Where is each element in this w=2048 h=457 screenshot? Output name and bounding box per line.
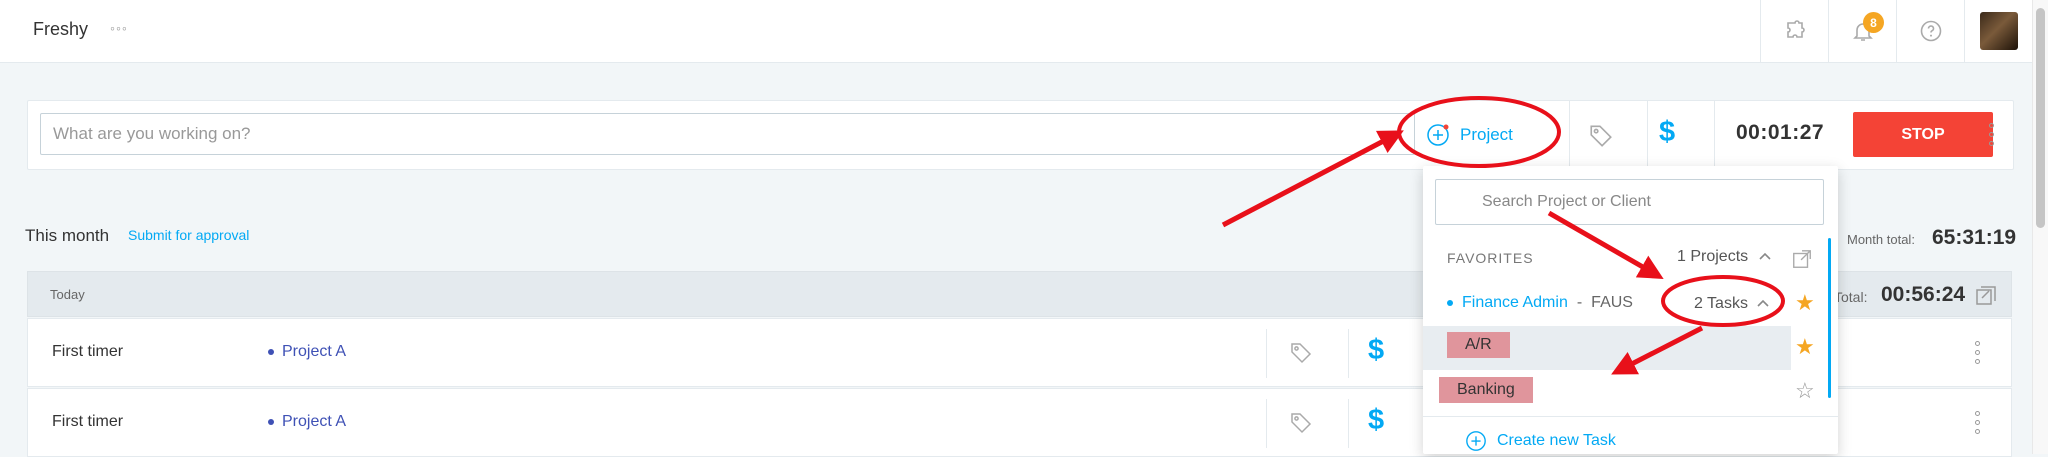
profile-button[interactable] — [1964, 0, 2032, 62]
puzzle-icon — [1786, 20, 1805, 38]
entry-project[interactable]: Project A — [268, 343, 346, 361]
timer-bar: Project $ 00:01:27 STOP — [27, 100, 2014, 170]
month-total-label: Month total: — [1847, 232, 1915, 247]
client-name: FAUS — [1591, 294, 1633, 311]
add-circle-icon — [1427, 124, 1449, 146]
more-icon[interactable]: ◦◦◦ — [110, 20, 128, 36]
add-circle-icon — [1466, 431, 1486, 451]
notifications-button[interactable]: 8 — [1828, 0, 1896, 62]
tasks-toggle[interactable]: 2 Tasks — [1694, 295, 1770, 313]
day-label: Today — [50, 287, 85, 302]
top-bar: Freshy ◦◦◦ 8 — [0, 0, 2032, 63]
task-row[interactable]: Banking — [1423, 371, 1791, 415]
chevron-up-icon — [1757, 299, 1769, 307]
star-filled-icon[interactable]: ★ — [1795, 290, 1815, 316]
notification-badge: 8 — [1863, 12, 1884, 33]
project-color-dot — [268, 349, 274, 355]
submit-approval-link[interactable]: Submit for approval — [128, 227, 249, 243]
project-row[interactable]: Finance Admin - FAUS — [1447, 294, 1633, 312]
tasks-count: 2 Tasks — [1694, 295, 1748, 312]
project-search-input[interactable] — [1435, 179, 1824, 225]
billable-toggle[interactable]: $ — [1368, 404, 1384, 437]
separator: - — [1576, 294, 1583, 311]
projects-count: 1 Projects — [1677, 248, 1749, 265]
project-color-dot — [268, 419, 274, 425]
page-scroll-thumb[interactable] — [2036, 8, 2045, 228]
divider — [1423, 416, 1838, 417]
create-task-label: Create new Task — [1497, 432, 1616, 449]
divider — [1348, 329, 1349, 378]
task-name: A/R — [1447, 332, 1510, 358]
tag-icon[interactable] — [1289, 411, 1313, 435]
divider — [1266, 329, 1267, 378]
billable-toggle[interactable]: $ — [1368, 334, 1384, 367]
bulk-edit-icon[interactable] — [1974, 284, 1998, 308]
day-total-label: Total: — [1834, 289, 1868, 305]
elapsed-timer[interactable]: 00:01:27 — [1736, 121, 1824, 145]
entry-more-icon[interactable] — [1974, 341, 1980, 364]
create-task-button[interactable]: Create new Task — [1465, 430, 1616, 452]
divider — [1647, 101, 1648, 169]
stop-button[interactable]: STOP — [1853, 112, 1993, 157]
star-filled-icon[interactable]: ★ — [1795, 334, 1815, 360]
integrations-button[interactable] — [1760, 0, 1828, 62]
tag-icon — [1590, 125, 1612, 147]
dropdown-scrollbar[interactable] — [1828, 238, 1831, 398]
help-button[interactable] — [1896, 0, 1964, 62]
star-outline-icon[interactable]: ☆ — [1795, 378, 1815, 404]
period-label: This month — [25, 226, 110, 245]
help-icon — [1920, 20, 1941, 42]
project-button[interactable]: Project — [1426, 122, 1513, 148]
entry-description[interactable]: First timer — [52, 413, 123, 431]
avatar — [1979, 12, 2018, 50]
divider — [1714, 101, 1715, 169]
timer-more-icon[interactable] — [1988, 123, 1994, 146]
entry-project-name: Project A — [282, 413, 347, 430]
divider — [1569, 101, 1570, 169]
workspace-name[interactable]: Freshy — [33, 19, 88, 40]
entry-description[interactable]: First timer — [52, 343, 123, 361]
tag-button[interactable] — [1588, 123, 1614, 154]
description-input[interactable] — [40, 113, 1415, 155]
chevron-up-icon — [1759, 252, 1771, 260]
tag-icon[interactable] — [1289, 341, 1313, 365]
divider — [1348, 399, 1349, 448]
month-total-value: 65:31:19 — [1932, 226, 2017, 249]
entry-project[interactable]: Project A — [268, 413, 346, 431]
divider — [1266, 399, 1267, 448]
project-color-dot — [1447, 300, 1453, 306]
task-row[interactable]: A/R — [1423, 326, 1791, 370]
project-name: Finance Admin — [1462, 294, 1568, 311]
project-label: Project — [1460, 125, 1513, 144]
project-dropdown: FAVORITES 1 Projects Finance Admin - FAU… — [1423, 166, 1838, 454]
entry-more-icon[interactable] — [1974, 411, 1980, 434]
favorites-toggle[interactable]: 1 Projects — [1677, 248, 1772, 266]
favorites-label: FAVORITES — [1447, 250, 1534, 266]
entry-project-name: Project A — [282, 343, 347, 360]
top-icons: 8 — [1760, 0, 2032, 62]
open-external-icon[interactable] — [1791, 248, 1813, 270]
billable-toggle[interactable]: $ — [1659, 116, 1675, 149]
task-name: Banking — [1439, 377, 1533, 403]
day-total-value: 00:56:24 — [1881, 283, 1966, 306]
